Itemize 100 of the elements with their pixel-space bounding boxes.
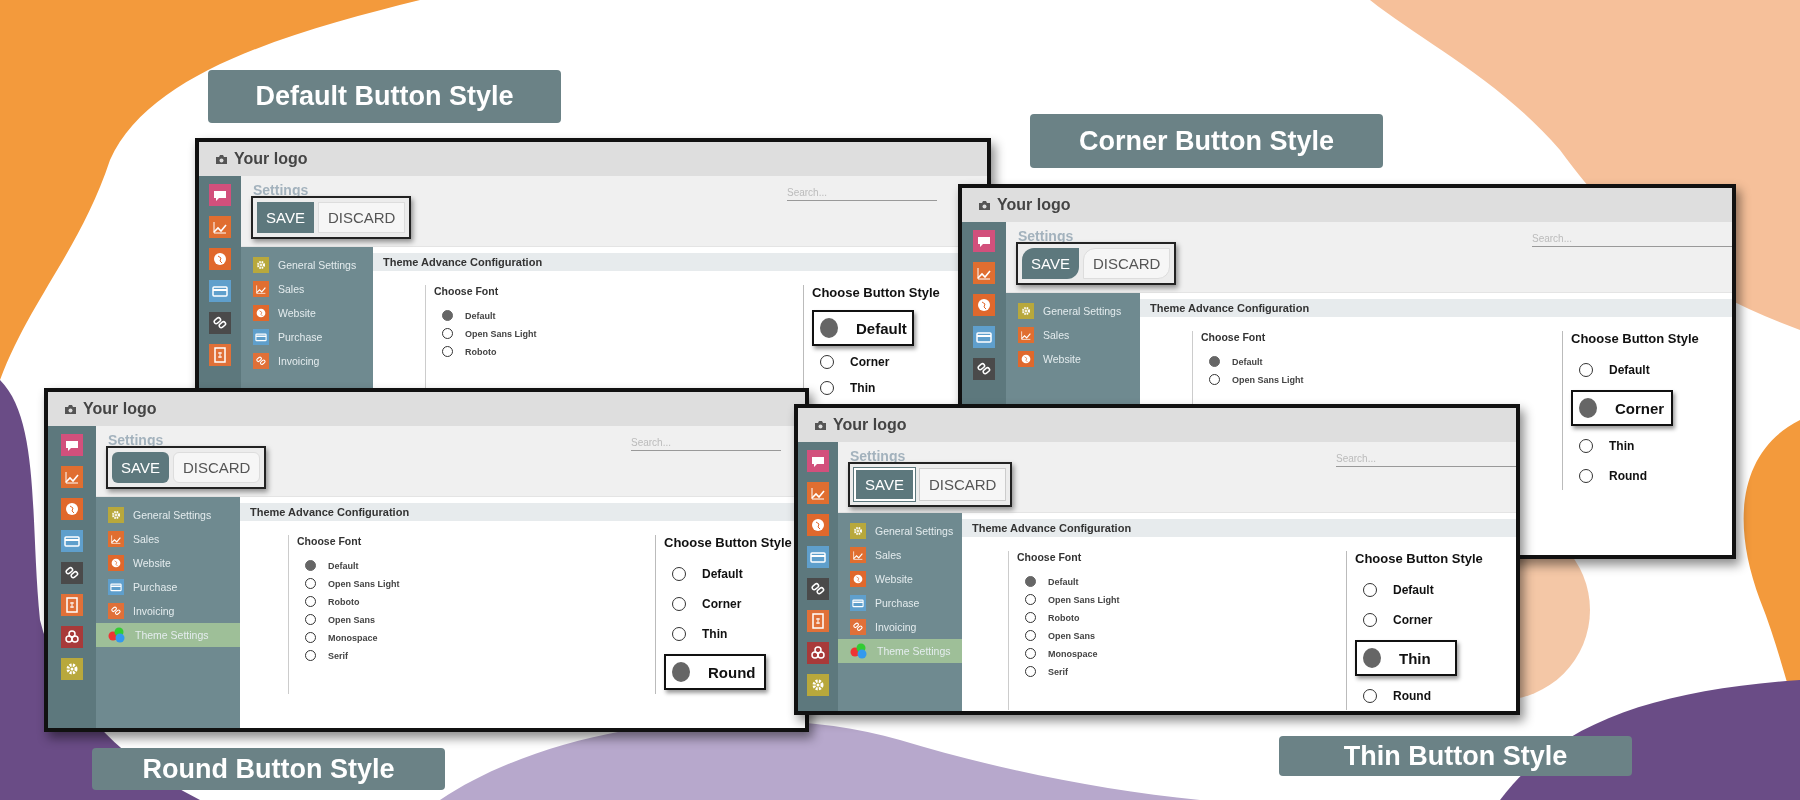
button-style-label: Round <box>708 663 756 681</box>
chart-icon <box>1018 327 1034 343</box>
chart-icon <box>850 547 866 563</box>
colored-circles-icon <box>108 627 126 643</box>
card-icon[interactable] <box>61 530 83 552</box>
link-icon[interactable] <box>209 312 231 334</box>
card-icon[interactable] <box>807 546 829 568</box>
link-icon[interactable] <box>807 578 829 600</box>
menu-item[interactable]: Sales <box>838 543 962 567</box>
menu-item[interactable]: Website <box>1006 347 1140 371</box>
menu-item[interactable]: Sales <box>96 527 240 551</box>
selected-option-box[interactable]: Thin <box>1355 640 1457 676</box>
button-style-label: Round <box>1393 689 1431 703</box>
save-button[interactable]: SAVE <box>257 202 314 233</box>
font-option-label: Open Sans Light <box>465 328 537 339</box>
colored-circles-icon <box>850 643 868 659</box>
button-style-label: Corner <box>1393 613 1433 627</box>
radio-button[interactable] <box>305 560 316 571</box>
font-option-label: Roboto <box>1048 612 1080 623</box>
save-button[interactable]: SAVE <box>854 468 915 501</box>
font-option-label: Open Sans <box>328 614 375 625</box>
menu-item[interactable]: Theme Settings <box>96 623 240 647</box>
menu-item[interactable]: General Settings <box>1006 299 1140 323</box>
menu-item[interactable]: Purchase <box>241 325 373 349</box>
card-icon[interactable] <box>973 326 995 348</box>
radio-button[interactable] <box>442 310 453 321</box>
font-option-label: Serif <box>1048 666 1068 677</box>
chart-icon[interactable] <box>973 262 995 284</box>
menu-item[interactable]: Purchase <box>838 591 962 615</box>
radio-button[interactable] <box>820 318 838 338</box>
cubes-icon[interactable] <box>807 642 829 664</box>
section-title: Theme Advance Configuration <box>962 519 1516 537</box>
button-style-heading: Choose Button Style <box>664 535 793 550</box>
menu-item[interactable]: Website <box>241 301 373 325</box>
selected-option-box[interactable]: Default <box>812 310 914 346</box>
font-heading: Choose Font <box>297 535 363 547</box>
font-option-label: Default <box>1232 356 1263 367</box>
link-icon[interactable] <box>61 562 83 584</box>
globe-icon[interactable] <box>61 498 83 520</box>
globe-icon[interactable] <box>973 294 995 316</box>
menu-item[interactable]: Purchase <box>96 575 240 599</box>
logo-text: Your logo <box>234 150 308 168</box>
globe-icon[interactable] <box>209 248 231 270</box>
menu-item[interactable]: General Settings <box>838 519 962 543</box>
button-style-label: Default <box>1609 363 1650 377</box>
button-style-heading: Choose Button Style <box>1355 551 1484 566</box>
discard-button[interactable]: DISCARD <box>317 202 406 233</box>
section-title: Theme Advance Configuration <box>1140 299 1732 317</box>
selected-option-box[interactable]: Corner <box>1571 390 1673 426</box>
radio-button[interactable] <box>1025 576 1036 587</box>
menu-item[interactable]: Website <box>838 567 962 591</box>
menu-item[interactable]: General Settings <box>241 253 373 277</box>
menu-item[interactable]: Invoicing <box>96 599 240 623</box>
chat-icon[interactable] <box>807 450 829 472</box>
camera-icon <box>814 419 827 431</box>
button-style-label: Thin <box>1609 439 1635 453</box>
card-icon <box>108 579 124 595</box>
save-button[interactable]: SAVE <box>1022 248 1079 279</box>
camera-icon <box>64 403 77 415</box>
link-icon[interactable] <box>973 358 995 380</box>
button-style-label: Default <box>856 319 907 337</box>
card-icon <box>253 329 269 345</box>
chat-icon[interactable] <box>61 434 83 456</box>
discard-button[interactable]: DISCARD <box>1082 248 1171 279</box>
discard-button[interactable]: DISCARD <box>918 468 1007 501</box>
font-option-label: Serif <box>328 650 348 661</box>
font-option-label: Default <box>465 310 496 321</box>
radio-button[interactable] <box>1363 648 1381 668</box>
font-option-label: Roboto <box>465 346 497 357</box>
menu-item[interactable]: Sales <box>1006 323 1140 347</box>
chart-icon[interactable] <box>61 466 83 488</box>
chart-icon[interactable] <box>807 482 829 504</box>
button-style-label: Default <box>1393 583 1434 597</box>
menu-item[interactable]: Invoicing <box>838 615 962 639</box>
chat-icon[interactable] <box>973 230 995 252</box>
chart-icon <box>253 281 269 297</box>
settings-icon <box>850 523 866 539</box>
save-button[interactable]: SAVE <box>112 452 169 483</box>
discard-button[interactable]: DISCARD <box>172 452 261 483</box>
globe-icon[interactable] <box>807 514 829 536</box>
logo-text: Your logo <box>83 400 157 418</box>
card-icon[interactable] <box>209 280 231 302</box>
font-option-label: Open Sans Light <box>1232 374 1304 385</box>
font-option-label: Monospace <box>328 632 378 643</box>
font-option-label: Roboto <box>328 596 360 607</box>
menu-item[interactable]: Theme Settings <box>838 639 962 663</box>
radio-button[interactable] <box>1209 356 1220 367</box>
menu-item[interactable]: Invoicing <box>241 349 373 373</box>
menu-item[interactable]: Sales <box>241 277 373 301</box>
radio-button[interactable] <box>1579 398 1597 418</box>
radio-button[interactable] <box>672 662 690 682</box>
chart-icon[interactable] <box>209 216 231 238</box>
chat-icon[interactable] <box>209 184 231 206</box>
selected-option-box[interactable]: Round <box>664 654 766 690</box>
button-style-label: Thin <box>850 381 876 395</box>
page-heading: Settings <box>1018 228 1074 244</box>
menu-item[interactable]: General Settings <box>96 503 240 527</box>
menu-item[interactable]: Website <box>96 551 240 575</box>
cubes-icon[interactable] <box>61 626 83 648</box>
button-style-label: Default <box>702 567 743 581</box>
